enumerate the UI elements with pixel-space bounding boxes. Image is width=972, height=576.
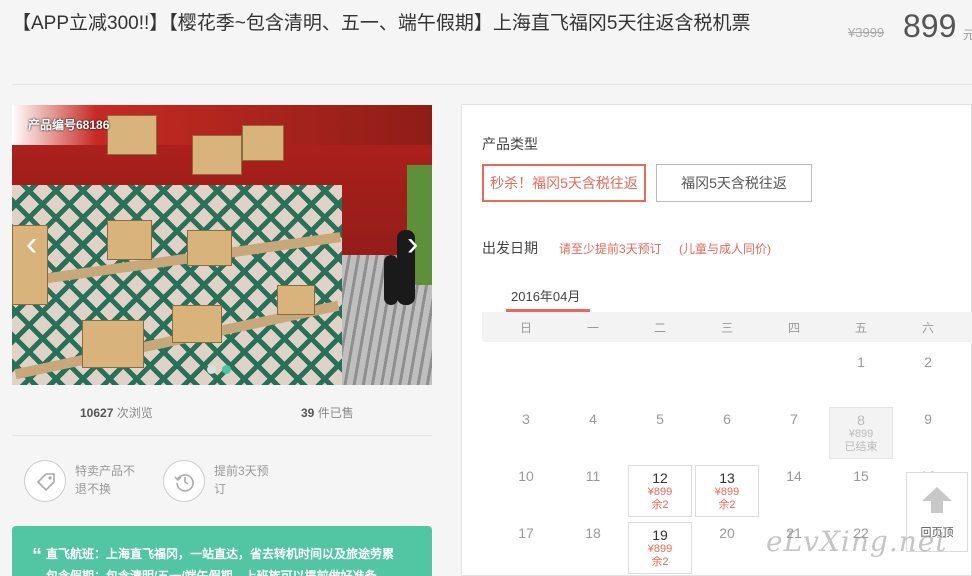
header-divider bbox=[12, 84, 972, 85]
weekday-fri: 五 bbox=[854, 321, 867, 335]
sold-count: 39 bbox=[301, 406, 315, 420]
calendar-day: 7 bbox=[790, 411, 798, 427]
calendar-day: 9 bbox=[924, 411, 932, 427]
product-type-option-standard[interactable]: 福冈5天含税往返 bbox=[656, 164, 812, 202]
calendar-day: 3 bbox=[522, 411, 530, 427]
weekday-sun: 日 bbox=[519, 321, 532, 335]
views-stat: 10627 次浏览 bbox=[80, 404, 153, 421]
calendar-day-available[interactable]: 19 ¥899 余2 bbox=[628, 522, 692, 574]
quote-icon: “ bbox=[32, 545, 42, 567]
original-price: ¥3999 bbox=[848, 25, 885, 40]
carousel-dots bbox=[207, 365, 231, 374]
views-count: 10627 bbox=[80, 406, 114, 420]
photo-visitor bbox=[384, 255, 398, 305]
calendar-day: 11 bbox=[585, 468, 601, 484]
photo-ema-plaque bbox=[277, 285, 315, 315]
calendar-day-ended: 8 ¥899 已结束 bbox=[829, 407, 893, 459]
calendar-day: 5 bbox=[656, 411, 664, 427]
highlight-notice: “直飞航班：上海直飞福冈，一站直达，省去转机时间以及旅途劳累 包含假期：包含清明… bbox=[12, 526, 432, 576]
month-tab[interactable]: 2016年04月 bbox=[511, 286, 580, 305]
calendar-day-available[interactable]: 13 ¥899 余2 bbox=[695, 465, 759, 517]
product-image-carousel[interactable]: 产品编号68186 ‹ › bbox=[12, 105, 432, 385]
weekday-sat: 六 bbox=[921, 321, 934, 335]
photo-ema-plaque bbox=[192, 135, 242, 175]
sold-label: 件已售 bbox=[317, 406, 354, 420]
calendar-day: 6 bbox=[723, 411, 731, 427]
tag-icon bbox=[24, 460, 66, 502]
photo-ema-plaque bbox=[172, 305, 222, 343]
sale-price: 899 bbox=[903, 8, 957, 44]
weekday-tue: 二 bbox=[653, 321, 666, 335]
carousel-dot[interactable] bbox=[207, 365, 216, 374]
arrow-up-icon bbox=[922, 487, 952, 513]
price-unit: 元 bbox=[963, 28, 972, 42]
booking-hint: 请至少提前3天预订 bbox=[559, 242, 662, 256]
clock-icon bbox=[163, 460, 205, 502]
photo-ema-plaque bbox=[107, 220, 152, 260]
photo-ema-plaque bbox=[107, 115, 157, 155]
chevron-left-icon[interactable]: ‹ bbox=[26, 227, 37, 261]
calendar-day: 4 bbox=[589, 411, 597, 427]
product-type-label: 产品类型 bbox=[482, 136, 538, 152]
product-type-option-flash[interactable]: 秒杀！福冈5天含税往返 bbox=[482, 164, 646, 202]
calendar-day-available[interactable]: 12 ¥899 余2 bbox=[628, 465, 692, 517]
weekday-mon: 一 bbox=[586, 321, 599, 335]
calendar-day: 14 bbox=[786, 468, 802, 484]
weekday-wed: 三 bbox=[720, 321, 733, 335]
calendar-day: 20 bbox=[719, 525, 735, 541]
departure-date-label: 出发日期 bbox=[482, 240, 538, 256]
calendar-day: 1 bbox=[857, 354, 865, 370]
sold-stat: 39 件已售 bbox=[301, 404, 354, 421]
photo-ema-plaque bbox=[242, 125, 284, 161]
stats-divider bbox=[12, 435, 432, 436]
calendar-day: 2 bbox=[924, 354, 932, 370]
product-title: 【APP立减300!!】【樱花季~包含清明、五一、端午假期】上海直飞福冈5天往返… bbox=[12, 13, 751, 34]
feature-advance-booking: 提前3天预 订 bbox=[214, 464, 269, 496]
booking-panel: 产品类型 秒杀！福冈5天含税往返 福冈5天含税往返 出发日期 请至少提前3天预订… bbox=[461, 104, 972, 576]
photo-ema-plaque bbox=[187, 230, 232, 266]
watermark: eLvXing.net bbox=[766, 525, 948, 558]
child-price-hint: (儿童与成人同价) bbox=[679, 242, 771, 256]
carousel-dot-active[interactable] bbox=[222, 365, 231, 374]
calendar-day: 18 bbox=[585, 525, 601, 541]
product-number: 产品编号68186 bbox=[28, 118, 110, 132]
views-label: 次浏览 bbox=[116, 406, 153, 420]
weekday-thu: 四 bbox=[787, 321, 800, 335]
feature-no-refund: 特卖产品不 退不换 bbox=[75, 464, 136, 496]
calendar-day: 17 bbox=[518, 525, 534, 541]
photo-ema-plaque bbox=[82, 320, 144, 368]
calendar-day: 15 bbox=[853, 468, 869, 484]
chevron-right-icon[interactable]: › bbox=[407, 227, 418, 261]
calendar-day: 10 bbox=[518, 468, 534, 484]
